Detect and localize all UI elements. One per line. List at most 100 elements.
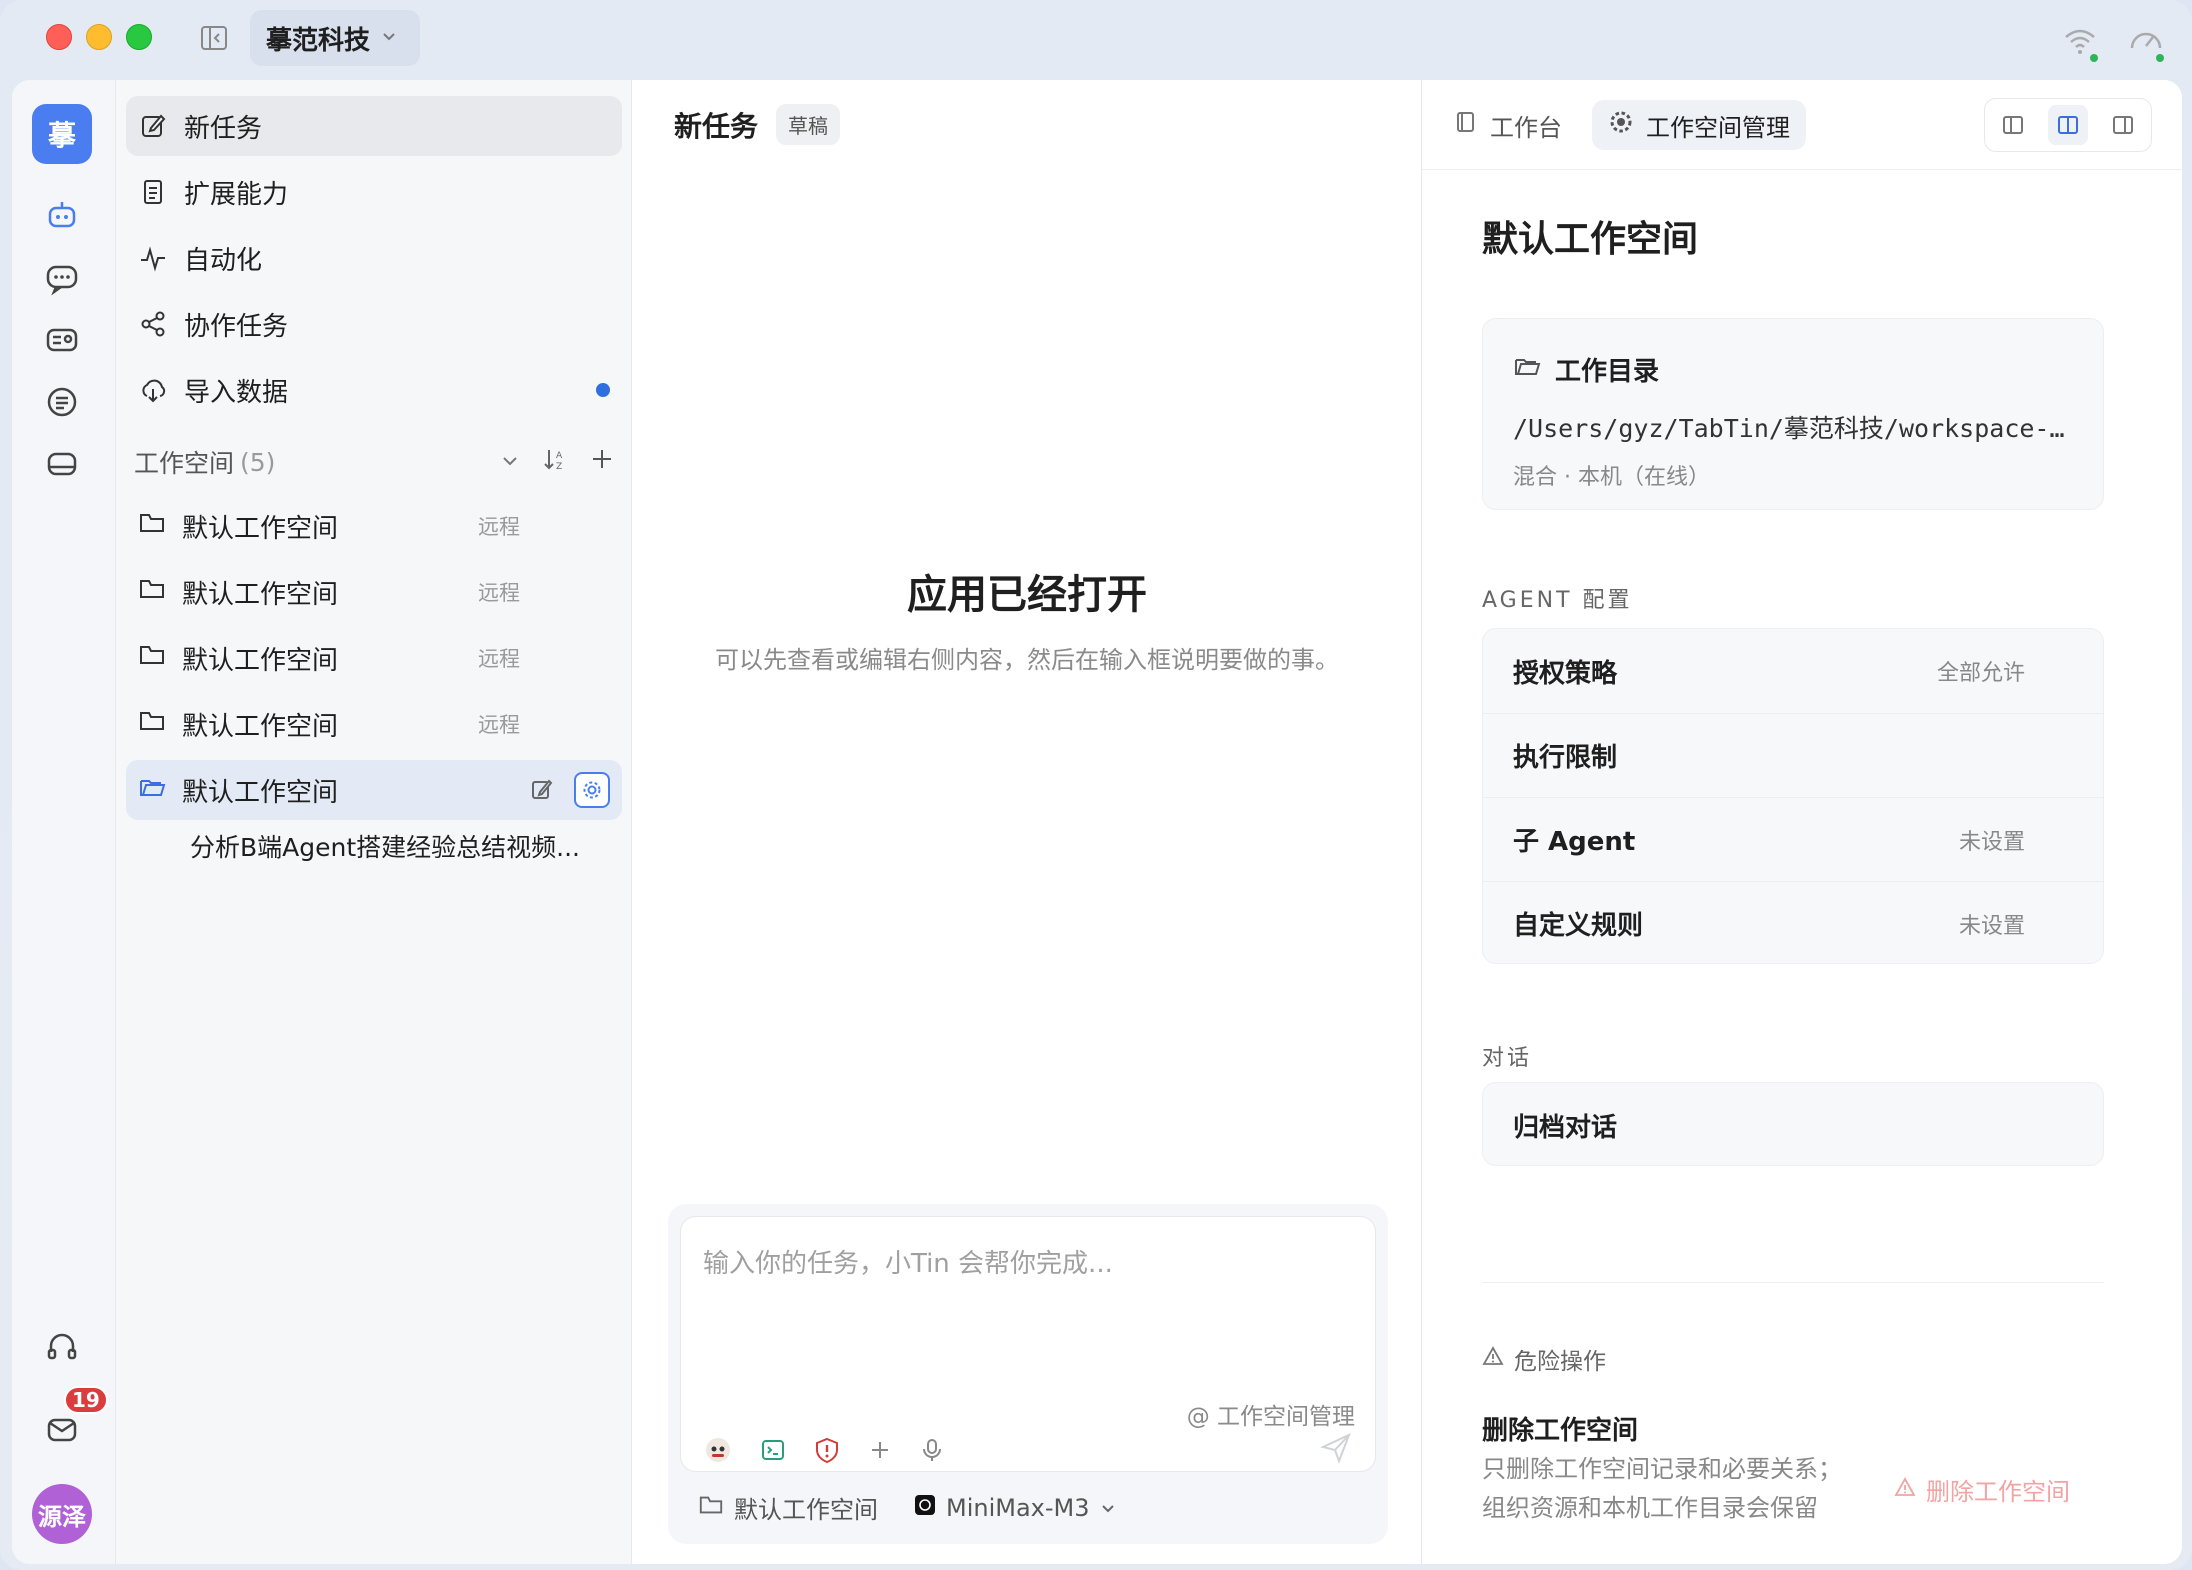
nav-item-extensions[interactable]: 扩展能力 [126, 162, 622, 222]
title-bar: 摹范科技 [0, 0, 2192, 80]
workspace-selector-label: 默认工作空间 [734, 1496, 878, 1524]
gear-icon[interactable] [574, 772, 610, 808]
close-window-button[interactable] [46, 24, 72, 50]
minimize-window-button[interactable] [86, 24, 112, 50]
composer-container: 输入你的任务，小Tin 会帮你完成... @ 工作空间管理 默认工作空间 Min… [668, 1204, 1388, 1544]
working-directory-card[interactable]: 工作目录 /Users/gyz/TabTin/摹范科技/workspace-… … [1482, 318, 2104, 510]
workspace-label: 默认工作空间 [182, 711, 339, 742]
sub-task-item[interactable]: 分析B端Agent搭建经验总结视频... [190, 828, 580, 864]
avatar-text: 源泽 [38, 1502, 86, 1531]
wifi-icon[interactable] [2060, 22, 2100, 62]
tab-label: 工作空间管理 [1646, 113, 1790, 142]
unread-dot [596, 383, 610, 397]
composer-toolbar [703, 1435, 945, 1469]
chevron-down-icon [1100, 1494, 1116, 1522]
task-input-placeholder: 输入你的任务，小Tin 会帮你完成... [703, 1249, 1113, 1279]
org-switcher[interactable]: 摹范科技 [250, 10, 421, 66]
tab-workbench[interactable]: 工作台 [1438, 100, 1578, 150]
terminal-icon[interactable] [759, 1436, 787, 1468]
working-directory-label: 工作目录 [1555, 357, 1660, 387]
model-selector-label: MiniMax-M3 [946, 1493, 1090, 1522]
nav-item-automation[interactable]: 自动化 [126, 228, 622, 288]
send-icon[interactable] [1319, 1431, 1353, 1465]
layout-left-icon[interactable] [1993, 105, 2033, 145]
workspace-item-selected[interactable]: 默认工作空间 [126, 760, 622, 820]
add-workspace-icon[interactable] [590, 447, 614, 477]
nav-item-collab[interactable]: 协作任务 [126, 294, 622, 354]
app-logo[interactable]: 摹 [32, 104, 92, 164]
chevron-down-icon[interactable] [500, 448, 520, 477]
danger-zone-label: 危险操作 [1482, 1342, 1606, 1376]
workspace-selector[interactable]: 默认工作空间 [698, 1490, 878, 1525]
nav-item-label: 导入数据 [184, 377, 289, 408]
zoom-window-button[interactable] [126, 24, 152, 50]
nav-item-label: 扩展能力 [184, 179, 289, 210]
workspace-item[interactable]: 默认工作空间 远程 [126, 694, 622, 754]
agent-avatar-icon[interactable] [703, 1435, 733, 1469]
chat-section-label: 对话 [1482, 1046, 1533, 1071]
center-panel: 新任务 草稿 应用已经打开 可以先查看或编辑右侧内容，然后在输入框说明要做的事。… [632, 80, 1422, 1564]
config-value: 全部允许 [1936, 661, 2025, 686]
config-row-sub-agent[interactable]: 子 Agent 未设置 [1483, 797, 2103, 881]
speed-gauge-icon[interactable] [2126, 22, 2166, 62]
storage-icon[interactable] [32, 434, 92, 494]
workspace-tag: 远程 [478, 515, 520, 539]
book-icon [1454, 110, 1478, 140]
config-row-limits[interactable]: 执行限制 [1483, 713, 2103, 797]
archive-chat-card[interactable]: 归档对话 [1482, 1082, 2104, 1166]
sidebar-toggle-icon[interactable] [198, 22, 230, 54]
nav-item-import[interactable]: 导入数据 [126, 360, 622, 420]
chat-bubble-icon[interactable] [32, 248, 92, 308]
layout-switcher [1984, 98, 2152, 152]
headphones-icon[interactable] [32, 1316, 92, 1376]
layout-right-icon[interactable] [2103, 105, 2143, 145]
workspace-item[interactable]: 默认工作空间 远程 [126, 496, 622, 556]
delete-workspace-button[interactable]: 删除工作空间 [1894, 1472, 2070, 1507]
nav-item-new-task[interactable]: 新任务 [126, 96, 622, 156]
tab-label: 工作台 [1490, 113, 1562, 142]
workspace-tag: 远程 [478, 713, 520, 737]
tab-workspace-management[interactable]: 工作空间管理 [1592, 100, 1806, 150]
model-selector[interactable]: MiniMax-M3 [914, 1494, 1116, 1522]
config-label: 自定义规则 [1513, 911, 1644, 941]
org-name: 摹范科技 [266, 25, 371, 56]
microphone-icon[interactable] [919, 1437, 945, 1467]
rename-icon[interactable] [524, 772, 560, 808]
working-directory-status: 混合 · 本机（在线） [1513, 465, 1710, 490]
workspace-title: 默认工作空间 [1482, 219, 1699, 260]
config-row-permission[interactable]: 授权策略 全部允许 [1483, 629, 2103, 713]
config-value: 未设置 [1958, 913, 2025, 939]
list-icon[interactable] [32, 372, 92, 432]
share-icon [138, 309, 168, 339]
nav-item-label: 自动化 [184, 245, 263, 276]
folder-icon [698, 1492, 724, 1524]
config-value: 未设置 [1958, 829, 2025, 855]
mention-tag[interactable]: @ 工作空间管理 [1187, 1397, 1355, 1431]
folder-open-icon [138, 773, 166, 808]
model-logo-icon [914, 1494, 936, 1522]
empty-state-title: 应用已经打开 [907, 572, 1147, 618]
plus-icon[interactable] [867, 1437, 893, 1467]
workspace-item[interactable]: 默认工作空间 远程 [126, 562, 622, 622]
warning-icon [1482, 1345, 1504, 1373]
sort-icon[interactable]: AZ [542, 446, 568, 478]
main-area: 摹 19 源泽 新任务 扩展能力 自动化 协作任务 导入数据 工作空间 (5) … [12, 80, 2182, 1564]
avatar[interactable]: 源泽 [32, 1484, 92, 1544]
workspace-item[interactable]: 默认工作空间 远程 [126, 628, 622, 688]
config-row-custom-rules[interactable]: 自定义规则 未设置 [1483, 881, 2103, 965]
agent-config-card: 授权策略 全部允许 执行限制 子 Agent 未设置 自定义规则 未设置 [1482, 628, 2104, 964]
svg-text:A: A [556, 451, 563, 461]
layout-split-icon[interactable] [2047, 105, 2088, 145]
agent-config-label: AGENT 配置 [1482, 588, 1633, 613]
id-card-icon[interactable] [32, 310, 92, 370]
workspace-tag: 远程 [478, 647, 520, 671]
workspace-label: 默认工作空间 [182, 513, 339, 544]
robot-icon[interactable] [32, 186, 92, 246]
shield-icon[interactable] [813, 1436, 841, 1468]
workspace-section-header: 工作空间 (5) AZ [134, 442, 614, 482]
config-label: 授权策略 [1513, 658, 1618, 689]
right-panel: 工作台 工作空间管理 默认工作空间 工作目录 /Users/gyz/TabTin… [1422, 80, 2182, 1564]
task-input[interactable]: 输入你的任务，小Tin 会帮你完成... @ 工作空间管理 [680, 1216, 1376, 1472]
folder-icon [1513, 352, 1541, 387]
right-panel-tabs: 工作台 工作空间管理 [1422, 80, 2182, 170]
